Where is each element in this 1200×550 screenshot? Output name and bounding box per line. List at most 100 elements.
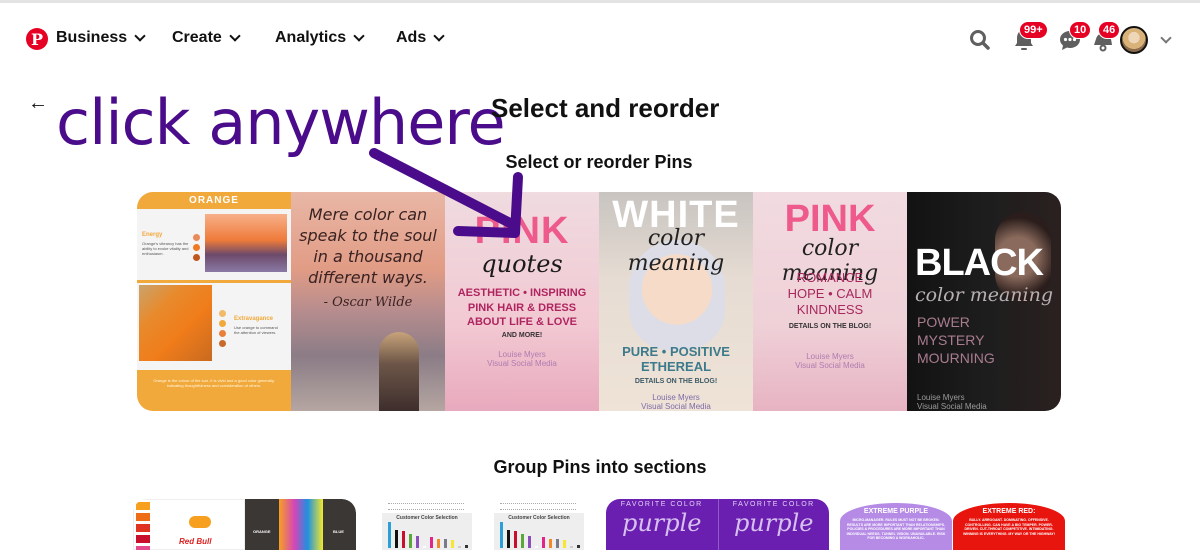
chart-caption <box>500 503 576 510</box>
pin-quote-author: - Oscar Wilde <box>323 295 413 310</box>
sunset-painting-image <box>205 214 287 272</box>
chart-bar <box>423 546 426 548</box>
mini-bar-chart: Customer Color Selection <box>382 513 472 550</box>
pin-energy-title: Energy <box>142 232 163 238</box>
pin-script-title: color meaning <box>915 284 1054 306</box>
group-pin-favorite-purple[interactable]: FAVORITE COLOR purple FAVORITE COLOR pur… <box>606 499 829 550</box>
subtitle-text: Select or reorder Pins <box>505 152 693 172</box>
extreme-purple-text: MICRO-MANAGER. RULES MUST NOT BE BROKEN.… <box>846 518 946 540</box>
pin-line: PURE • POSITIVE <box>622 344 730 359</box>
search-icon <box>970 30 990 50</box>
chart-bar <box>437 539 440 548</box>
pin-small-text: DETAILS ON THE BLOG! <box>634 378 718 385</box>
color-swatch <box>136 502 150 510</box>
pin-line: KINDNESS <box>796 302 864 317</box>
favorite-color-label: FAVORITE COLOR <box>620 501 703 508</box>
color-dot <box>219 310 226 317</box>
pin-black-color-meaning[interactable]: BLACK color meaning POWER MYSTERY MOURNI… <box>907 192 1061 411</box>
group-pin-color-chart-2[interactable]: Customer Color Selection <box>480 499 595 550</box>
pinterest-logo-icon[interactable]: P <box>26 28 48 50</box>
nav-business-label: Business <box>56 29 128 46</box>
messages-button[interactable]: 10 <box>1057 21 1092 53</box>
updates-badge: 46 <box>1098 21 1121 39</box>
chart-bar <box>402 531 405 548</box>
nav-ads[interactable]: Ads <box>396 29 445 47</box>
pin-quote-text: Mere color can speak to the soul in a th… <box>299 205 437 287</box>
annotation-click-anywhere: click anywhere <box>56 86 506 159</box>
chart-bar <box>430 537 433 548</box>
nav-analytics[interactable]: Analytics <box>275 29 365 47</box>
chart-bar <box>507 530 510 548</box>
pin-pink-quotes[interactable]: PINK quotes AESTHETIC • INSPIRING PINK H… <box>445 192 599 411</box>
chevron-down-icon <box>229 29 241 42</box>
purple-pin-right: FAVORITE COLOR purple <box>717 499 830 550</box>
pin-white-color-meaning[interactable]: WHITE color meaning PURE • POSITIVE ETHE… <box>599 192 753 411</box>
group-pin-extreme-colors[interactable]: EXTREME PURPLE MICRO-MANAGER. RULES MUST… <box>840 499 1065 550</box>
color-swatch <box>136 546 150 550</box>
pin-line: HOPE • CALM <box>787 286 873 301</box>
red-bull-infographic: Red Bull <box>133 499 245 550</box>
pin-orange-infographic[interactable]: ORANGE Energy Orange's vibrancy has the … <box>137 192 291 411</box>
chart-caption <box>388 503 464 510</box>
group-section-title: Group Pins into sections <box>493 457 707 477</box>
pin-script-title: quotes <box>481 250 563 278</box>
favorite-color-label: FAVORITE COLOR <box>732 501 815 508</box>
chart-bar <box>451 540 454 548</box>
pin-big-title: PINK <box>474 210 570 252</box>
paint-splash-infographic: ORANGE BLUE <box>245 499 356 550</box>
color-dot <box>193 254 200 261</box>
chart-bar <box>458 546 461 548</box>
group-pin-brand-colors[interactable]: Red Bull ORANGE BLUE <box>133 499 356 550</box>
chart-bar <box>549 539 552 548</box>
notifications-button[interactable]: 99+ <box>1011 21 1048 53</box>
color-swatch <box>136 524 150 532</box>
label-orange: ORANGE <box>253 529 271 534</box>
group-pin-color-chart-1[interactable]: Customer Color Selection <box>368 499 483 550</box>
messages-badge: 10 <box>1069 21 1092 39</box>
pin-energy-text: Orange's vibrancy has the ability to evo… <box>142 241 189 256</box>
pin-small-text: AND MORE! <box>501 332 543 339</box>
extreme-red-title: EXTREME RED: <box>982 508 1036 515</box>
pin-brand: Visual Social Media <box>487 359 557 368</box>
user-avatar[interactable] <box>1120 26 1148 54</box>
top-nav-bar: P Business Create Analytics Ads 99+ 10 4… <box>0 3 1200 75</box>
color-dot <box>219 330 226 337</box>
color-dot <box>193 234 200 241</box>
nav-create[interactable]: Create <box>172 29 241 47</box>
paint-splash-image <box>279 499 323 550</box>
updates-button[interactable]: 46 <box>1090 21 1121 53</box>
chevron-down-icon <box>134 29 146 42</box>
mini-bar-chart: Customer Color Selection <box>494 513 584 550</box>
color-dot <box>193 244 200 251</box>
chart-bar <box>465 545 468 548</box>
pin-brand: Visual Social Media <box>917 402 987 411</box>
back-arrow-icon[interactable]: ← <box>28 92 48 115</box>
extreme-purple-panel: EXTREME PURPLE MICRO-MANAGER. RULES MUST… <box>840 503 952 550</box>
nav-business[interactable]: Business <box>56 29 146 47</box>
section-subtitle: Select or reorder Pins <box>0 152 1200 173</box>
notifications-badge: 99+ <box>1019 21 1048 39</box>
chart-bar <box>556 539 559 548</box>
pin-brand: Louise Myers <box>917 393 965 402</box>
chart-bar <box>416 536 419 548</box>
pin-oscar-wilde-quote[interactable]: Mere color can speak to the soul in a th… <box>291 192 445 411</box>
pin-extravagance-title: Extravagance <box>234 316 274 322</box>
brand-name: Red Bull <box>179 537 212 546</box>
chart-bar <box>395 530 398 548</box>
pin-big-title: PINK <box>784 198 876 240</box>
chart-bar <box>577 545 580 548</box>
pin-line: ABOUT LIFE & LOVE <box>467 316 577 328</box>
chart-bar <box>388 522 391 548</box>
pin-pink-color-meaning[interactable]: PINK color meaning ROMANCE HOPE • CALM K… <box>753 192 907 411</box>
pin-header: ORANGE <box>137 192 291 209</box>
extreme-red-panel: EXTREME RED: BULLY. ARROGANT. DOMINATING… <box>953 503 1065 550</box>
divider <box>137 280 291 283</box>
nav-ads-label: Ads <box>396 29 427 46</box>
color-swatch <box>136 513 150 521</box>
account-menu-chevron-icon[interactable] <box>1160 32 1172 44</box>
search-button[interactable] <box>967 27 993 53</box>
chart-bar <box>535 546 538 548</box>
chart-bar <box>409 534 412 548</box>
pin-strip: ORANGE Energy Orange's vibrancy has the … <box>137 192 1061 411</box>
color-swatch <box>136 535 150 543</box>
